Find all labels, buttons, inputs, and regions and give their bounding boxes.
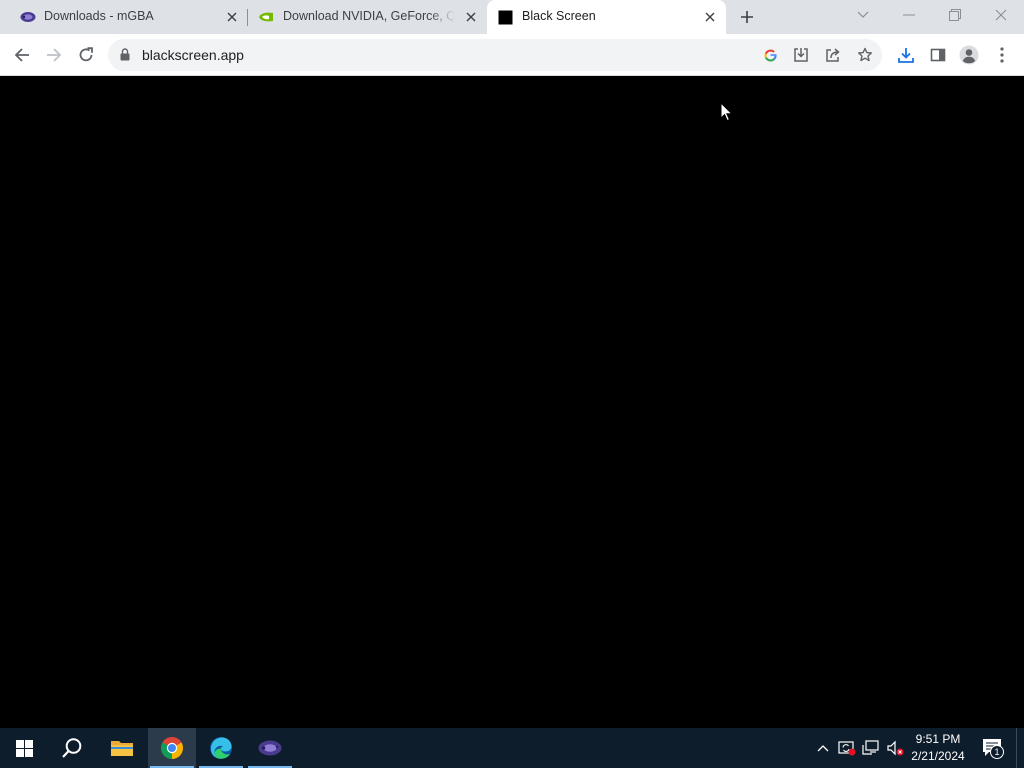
- notification-center-icon[interactable]: 1: [980, 728, 1006, 768]
- network-icon[interactable]: [860, 728, 882, 768]
- reload-button[interactable]: [75, 44, 97, 66]
- chrome-icon[interactable]: [148, 728, 196, 768]
- clock-date: 2/21/2024: [911, 749, 965, 763]
- nvidia-icon: [258, 11, 274, 25]
- tab-title: Black Screen: [522, 9, 596, 23]
- back-button[interactable]: [11, 44, 33, 66]
- mouse-cursor-icon: [720, 101, 734, 127]
- profile-icon[interactable]: [958, 44, 980, 66]
- forward-button[interactable]: [43, 44, 65, 66]
- notification-badge: 1: [990, 745, 1004, 759]
- windows-taskbar: 9:51 PM 2/21/2024 1: [0, 728, 1024, 768]
- black-screen-page[interactable]: [0, 77, 1024, 728]
- url-text[interactable]: blackscreen.app: [142, 47, 244, 63]
- restore-icon[interactable]: [943, 4, 967, 26]
- tab-strip: Downloads - mGBA Download NVIDIA, GeForc…: [0, 0, 1024, 34]
- start-icon[interactable]: [0, 728, 48, 768]
- close-tab-icon[interactable]: [223, 8, 241, 26]
- address-bar[interactable]: blackscreen.app: [108, 39, 882, 71]
- close-tab-icon[interactable]: [701, 8, 719, 26]
- bookmark-star-icon[interactable]: [855, 45, 875, 65]
- mgba-icon: [20, 10, 36, 24]
- install-app-icon[interactable]: [791, 45, 811, 65]
- black-square-icon: [498, 10, 513, 25]
- edge-icon[interactable]: [197, 728, 245, 768]
- clock-time: 9:51 PM: [915, 732, 961, 746]
- clock[interactable]: 9:51 PM 2/21/2024: [902, 731, 974, 765]
- downloads-icon[interactable]: [895, 44, 917, 66]
- more-menu-icon[interactable]: [991, 44, 1013, 66]
- tab-search-icon[interactable]: [851, 4, 875, 26]
- mgba-icon[interactable]: [246, 728, 294, 768]
- tab-title: Downloads - mGBA: [44, 9, 154, 23]
- tab-title: Download NVIDIA, GeForce, Quadro: [283, 9, 455, 23]
- minimize-icon[interactable]: [897, 4, 921, 26]
- share-icon[interactable]: [823, 45, 843, 65]
- tab-nvidia[interactable]: Download NVIDIA, GeForce, Quadro: [248, 0, 486, 34]
- google-lens-icon[interactable]: [760, 45, 780, 65]
- side-panel-icon[interactable]: [927, 44, 949, 66]
- tab-black-screen[interactable]: Black Screen: [487, 0, 726, 34]
- lock-icon[interactable]: [120, 48, 130, 66]
- close-tab-icon[interactable]: [462, 8, 480, 26]
- new-tab-button[interactable]: [736, 6, 758, 28]
- tab-downloads-mgba[interactable]: Downloads - mGBA: [0, 0, 246, 34]
- search-icon[interactable]: [48, 728, 96, 768]
- show-hidden-icons-chevron-icon[interactable]: [814, 728, 832, 768]
- show-desktop-button[interactable]: [1016, 728, 1024, 768]
- file-explorer-icon[interactable]: [98, 728, 146, 768]
- update-status-icon[interactable]: [836, 728, 858, 768]
- close-window-icon[interactable]: [989, 4, 1013, 26]
- browser-toolbar: blackscreen.app: [0, 34, 1024, 76]
